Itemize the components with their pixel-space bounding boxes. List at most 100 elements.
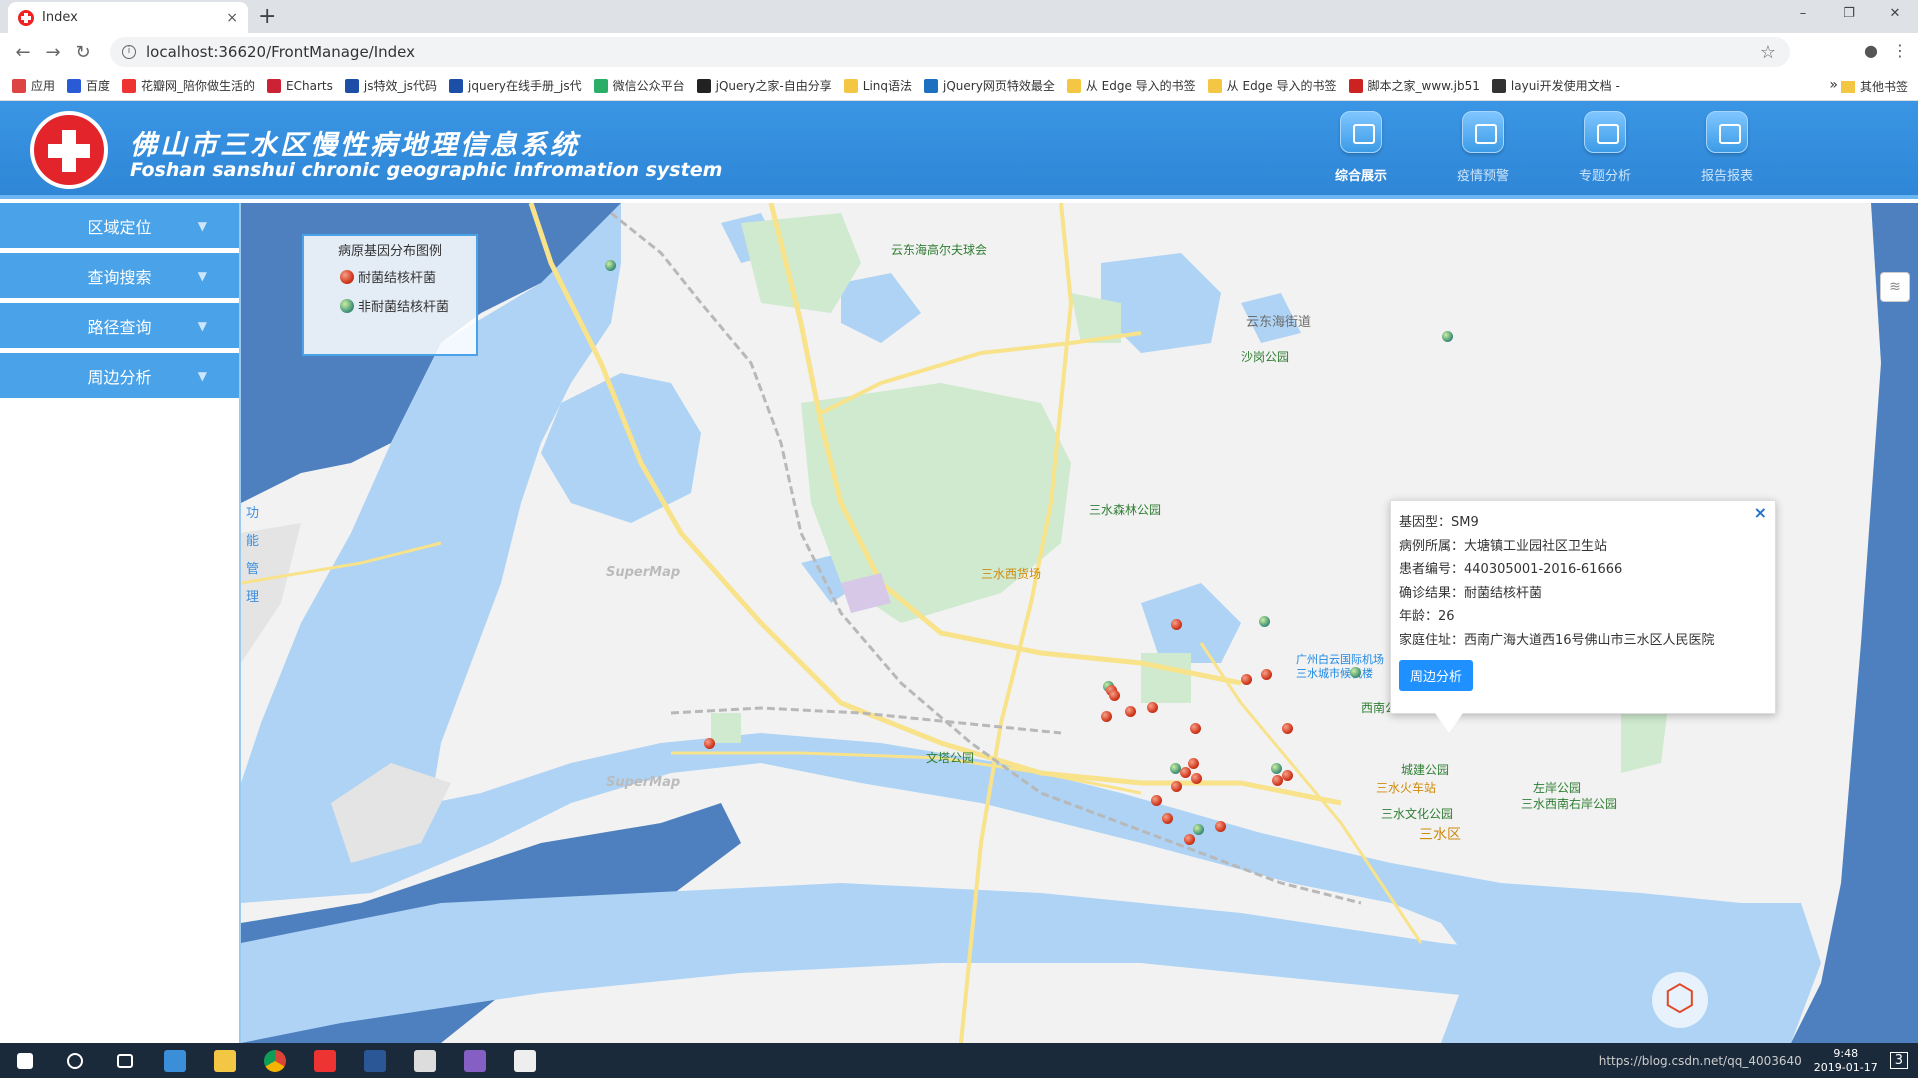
- word-icon[interactable]: [350, 1043, 400, 1078]
- red-marker-icon[interactable]: [1215, 821, 1226, 832]
- green-marker-icon[interactable]: [1350, 667, 1361, 678]
- sidebar-item-surrounding[interactable]: 周边分析 ▼: [0, 353, 239, 398]
- bookmarks-bar: 应用 百度 花瓣网_陪你做生活的 ECharts js特效_js代码 jquery在线手册…: [0, 71, 1918, 101]
- computer-icon[interactable]: [150, 1043, 200, 1078]
- chevron-down-icon: ▼: [197, 369, 207, 383]
- bookmark-item[interactable]: jQuery网页特效最全: [924, 77, 1055, 94]
- bookmark-icon: [593, 78, 608, 93]
- tab-close-icon[interactable]: ×: [226, 10, 238, 26]
- bookmark-icon: [267, 78, 282, 93]
- bookmark-item[interactable]: 应用: [12, 77, 55, 94]
- photos-icon[interactable]: [500, 1043, 550, 1078]
- reload-icon[interactable]: ↻: [68, 42, 98, 63]
- search-icon[interactable]: [50, 1043, 100, 1078]
- date-text: 2019-01-17: [1813, 1060, 1878, 1074]
- top-navigation: 综合展示 疫情预警 专题分析 报告报表: [1300, 111, 1788, 184]
- bookmark-item[interactable]: 从 Edge 导入的书签: [1066, 77, 1196, 94]
- red-marker-icon[interactable]: [1171, 781, 1182, 792]
- menu-icon[interactable]: ⋮: [1892, 41, 1908, 60]
- function-management-tab[interactable]: 功能管理: [246, 500, 262, 612]
- red-marker-icon[interactable]: [1125, 706, 1136, 717]
- sidebar-item-area-locate[interactable]: 区域定位 ▼: [0, 203, 239, 248]
- red-marker-icon[interactable]: [704, 738, 715, 749]
- close-icon[interactable]: ×: [1754, 503, 1767, 522]
- nav-epidemic-warning[interactable]: 疫情预警: [1422, 111, 1544, 184]
- surrounding-analysis-button[interactable]: 周边分析: [1399, 660, 1474, 691]
- bookmark-item[interactable]: jquery在线手册_js代: [449, 77, 582, 94]
- bookmark-label: Linq语法: [862, 79, 913, 93]
- task-view-icon[interactable]: [100, 1043, 150, 1078]
- cube-3d-icon[interactable]: ⬡: [1652, 972, 1708, 1028]
- folder-icon[interactable]: [200, 1043, 250, 1078]
- green-marker-icon[interactable]: [1259, 616, 1270, 627]
- legend-item-nonresistant: 非耐菌结核杆菌: [312, 296, 468, 315]
- start-windows-icon[interactable]: [0, 1043, 50, 1078]
- forward-arrow-icon[interactable]: →: [38, 42, 68, 63]
- red-marker-icon[interactable]: [1282, 723, 1293, 734]
- green-marker-icon[interactable]: [1271, 763, 1282, 774]
- bookmark-item[interactable]: 花瓣网_陪你做生活的: [122, 77, 255, 94]
- red-marker-icon[interactable]: [1147, 702, 1158, 713]
- java-icon[interactable]: [400, 1043, 450, 1078]
- bookmark-item[interactable]: jQuery之家-自由分享: [696, 77, 832, 94]
- visual-studio-icon[interactable]: [450, 1043, 500, 1078]
- chrome-icon[interactable]: [250, 1043, 300, 1078]
- green-marker-icon[interactable]: [1442, 331, 1453, 342]
- red-marker-icon[interactable]: [1190, 723, 1201, 734]
- bookmark-item[interactable]: 从 Edge 导入的书签: [1207, 77, 1337, 94]
- time-text: 9:48: [1833, 1046, 1859, 1060]
- browser-tab[interactable]: Index ×: [8, 2, 248, 33]
- red-marker-icon[interactable]: [1241, 674, 1252, 685]
- nav-comprehensive-display[interactable]: 综合展示: [1300, 111, 1422, 184]
- red-marker-icon[interactable]: [1162, 813, 1173, 824]
- sidebar-item-search[interactable]: 查询搜索 ▼: [0, 253, 239, 298]
- red-marker-icon[interactable]: [1261, 669, 1272, 680]
- bookmarks-overflow-icon[interactable]: »: [1829, 77, 1838, 93]
- red-marker-icon[interactable]: [1171, 619, 1182, 630]
- bookmark-icon: [449, 78, 464, 93]
- red-marker-icon[interactable]: [1184, 834, 1195, 845]
- green-marker-icon: [340, 298, 354, 313]
- bookmark-item[interactable]: 微信公众平台: [593, 77, 685, 94]
- bookmark-item[interactable]: 百度: [67, 77, 110, 94]
- clock[interactable]: 9:48 2019-01-17: [1814, 1047, 1878, 1075]
- bookmark-label: 脚本之家_www.jb51: [1367, 79, 1480, 93]
- url-text: localhost:36620/FrontManage/Index: [146, 43, 416, 61]
- maximize-button[interactable]: ❐: [1826, 0, 1872, 30]
- red-marker-icon[interactable]: [1109, 690, 1120, 701]
- red-marker-icon[interactable]: [1180, 767, 1191, 778]
- youdao-icon[interactable]: [300, 1043, 350, 1078]
- red-marker-icon[interactable]: [1101, 711, 1112, 722]
- green-marker-icon[interactable]: [1193, 824, 1204, 835]
- sidebar-item-route[interactable]: 路径查询 ▼: [0, 303, 239, 348]
- nav-reports[interactable]: 报告报表: [1666, 111, 1788, 184]
- legend-item-resistant: 耐菌结核杆菌: [312, 267, 468, 286]
- info-icon[interactable]: i: [122, 45, 136, 59]
- green-marker-icon[interactable]: [605, 260, 616, 271]
- red-marker-icon[interactable]: [1151, 795, 1162, 806]
- bookmark-item[interactable]: ECharts: [267, 78, 333, 93]
- people-icon: [1340, 111, 1382, 153]
- map-label: 三水文化公园: [1381, 807, 1454, 821]
- map-label: 文塔公园: [926, 751, 975, 765]
- red-marker-icon[interactable]: [1282, 770, 1293, 781]
- new-tab-button[interactable]: +: [258, 4, 276, 29]
- red-marker-icon[interactable]: [1188, 758, 1199, 769]
- bookmark-item[interactable]: js特效_js代码: [344, 77, 437, 94]
- bookmark-item[interactable]: 脚本之家_www.jb51: [1348, 77, 1480, 94]
- bookmark-item[interactable]: Linq语法: [843, 77, 913, 94]
- other-bookmarks[interactable]: 其他书签: [1840, 78, 1908, 95]
- bookmark-icon: [122, 78, 137, 93]
- profile-icon[interactable]: ●: [1864, 41, 1878, 60]
- notification-icon[interactable]: 3: [1889, 1052, 1908, 1069]
- url-input[interactable]: i localhost:36620/FrontManage/Index ☆: [110, 37, 1790, 67]
- minimize-button[interactable]: –: [1780, 0, 1826, 30]
- bookmark-item[interactable]: layui开发使用文档 -: [1491, 77, 1620, 94]
- back-arrow-icon[interactable]: ←: [8, 42, 38, 63]
- map-label: 沙岗公园: [1241, 350, 1290, 364]
- layers-icon[interactable]: ≋: [1880, 272, 1910, 302]
- bookmark-star-icon[interactable]: ☆: [1760, 42, 1776, 63]
- red-marker-icon[interactable]: [1191, 773, 1202, 784]
- nav-thematic-analysis[interactable]: 专题分析: [1544, 111, 1666, 184]
- close-window-button[interactable]: ✕: [1872, 0, 1918, 30]
